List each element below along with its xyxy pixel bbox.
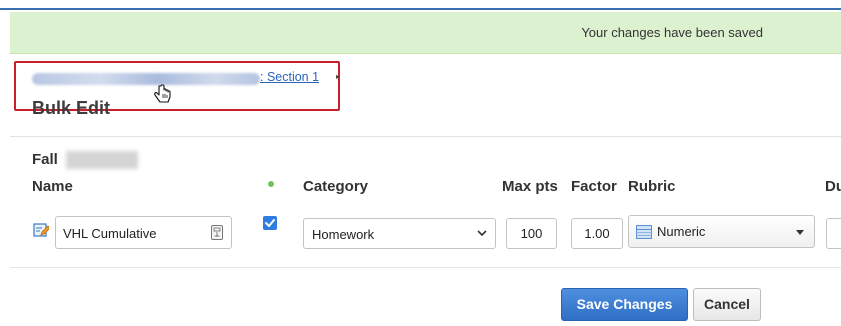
term-blurred-value [66,151,138,169]
save-changes-button[interactable]: Save Changes [561,288,688,321]
rubric-value: Numeric [657,224,706,239]
column-header-category[interactable]: Category [303,178,368,195]
column-header-factor[interactable]: Factor [571,178,617,195]
divider [10,136,841,137]
notice-message: Your changes have been saved [581,25,763,40]
divider [10,267,841,268]
rubric-icon [636,225,652,239]
assignment-name-value: VHL Cumulative [63,226,157,241]
max-pts-input[interactable]: 100 [506,218,557,249]
due-date-input[interactable] [826,218,841,249]
chevron-down-icon [477,230,487,237]
column-header-name[interactable]: Name [32,178,73,195]
assignment-name-input[interactable]: VHL Cumulative [55,216,232,249]
top-strip [0,0,841,10]
caret-down-icon [796,230,804,235]
rubric-select[interactable]: Numeric [628,215,815,248]
breadcrumb-section-link[interactable]: : Section 1 [260,70,319,84]
edit-icon[interactable] [33,222,49,238]
badge-icon[interactable] [211,225,223,240]
page-title: Bulk Edit [32,98,111,118]
breadcrumb-blurred-link[interactable] [32,73,260,85]
include-checkbox[interactable] [263,216,277,230]
hand-pointer-icon [154,84,171,103]
column-header-max-pts[interactable]: Max pts [502,178,558,195]
success-notice: Your changes have been saved [10,12,841,54]
factor-input[interactable]: 1.00 [571,218,623,249]
status-dot-icon [268,181,274,187]
checkmark-icon [265,219,275,227]
column-header-rubric[interactable]: Rubric [628,178,676,195]
cancel-button[interactable]: Cancel [693,288,761,321]
term-label: Fall [32,151,58,168]
category-select[interactable]: Homework [303,218,496,249]
breadcrumb-separator-icon: ▸ [336,72,341,81]
category-value: Homework [312,227,375,242]
column-header-due[interactable]: Du [825,178,841,195]
